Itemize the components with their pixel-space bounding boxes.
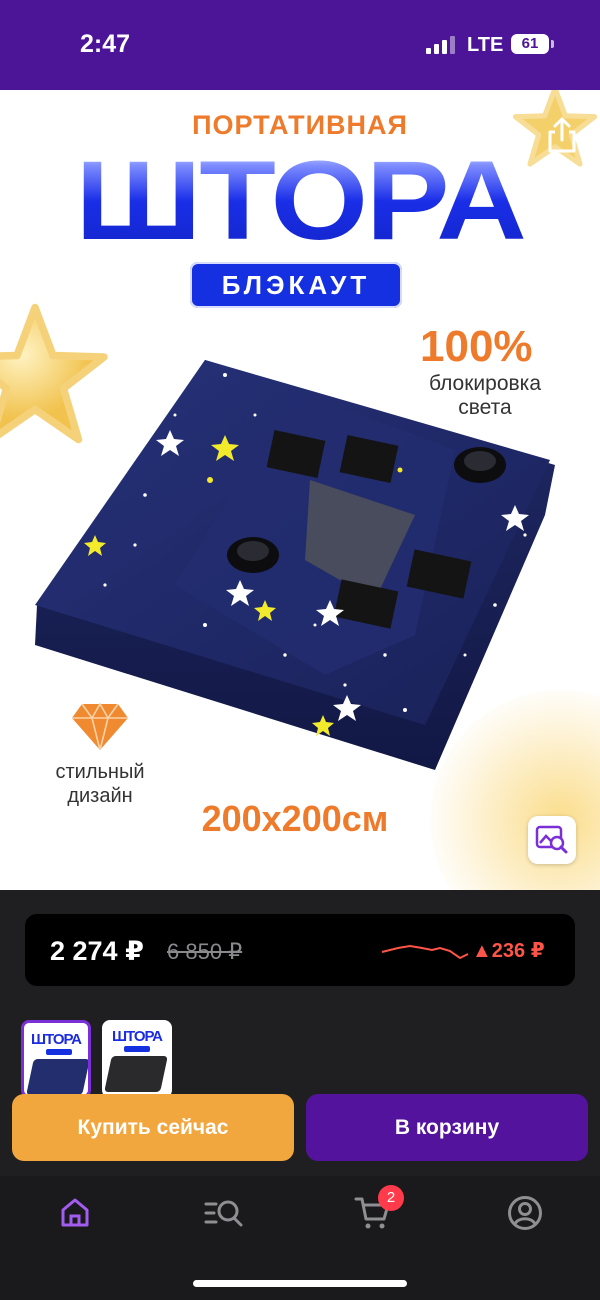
- thumbnail-2[interactable]: ШТОРА: [102, 1020, 172, 1098]
- product-subtitle: ПОРТАТИВНАЯ: [192, 110, 408, 140]
- network-type: LTE: [467, 34, 504, 56]
- current-price: 2 274 ₽: [50, 936, 144, 966]
- product-title: ШТОРА: [0, 142, 600, 260]
- home-indicator[interactable]: [193, 1280, 407, 1287]
- battery-icon: 61: [511, 34, 554, 54]
- signal-icon: [426, 36, 456, 54]
- price-change: ▲236 ₽: [472, 940, 545, 962]
- blackout-badge: БЛЭКАУТ: [190, 262, 402, 308]
- add-to-cart-button[interactable]: В корзину: [306, 1094, 588, 1161]
- price-panel[interactable]: 2 274 ₽ 6 850 ₽ ▲236 ₽: [25, 914, 575, 986]
- tab-profile[interactable]: [500, 1188, 550, 1238]
- thumbnail-title: ШТОРА: [30, 1031, 82, 1048]
- size-label: 200x200см: [201, 798, 389, 839]
- tab-catalog[interactable]: [199, 1188, 249, 1238]
- diamond-icon: [72, 702, 128, 751]
- profile-icon: [508, 1196, 542, 1230]
- image-search-icon: [535, 825, 568, 854]
- status-time: 2:47: [80, 30, 131, 58]
- caption-line: стильный: [55, 761, 145, 783]
- tab-home[interactable]: [50, 1188, 100, 1238]
- product-image[interactable]: ПОРТАТИВНАЯ ШТОРА БЛЭКАУТ 100% блокировк…: [0, 90, 600, 890]
- old-price: 6 850 ₽: [167, 939, 243, 964]
- thumbnail-title: ШТОРА: [111, 1028, 163, 1045]
- thumbnail-cloth: [104, 1056, 168, 1092]
- buy-now-button[interactable]: Купить сейчас: [12, 1094, 294, 1161]
- cart-count-badge: 2: [378, 1185, 404, 1211]
- thumbnail-badge: [124, 1046, 150, 1052]
- thumbnail-1[interactable]: ШТОРА: [21, 1020, 91, 1098]
- thumbnail-badge: [46, 1049, 72, 1055]
- catalog-search-icon: [204, 1200, 243, 1227]
- status-bar: 2:47 LTE 61: [0, 0, 600, 90]
- image-search-button[interactable]: [528, 816, 576, 864]
- thumbnail-cloth: [26, 1059, 88, 1095]
- price-trend-graph: [381, 944, 469, 960]
- home-icon: [61, 1198, 89, 1227]
